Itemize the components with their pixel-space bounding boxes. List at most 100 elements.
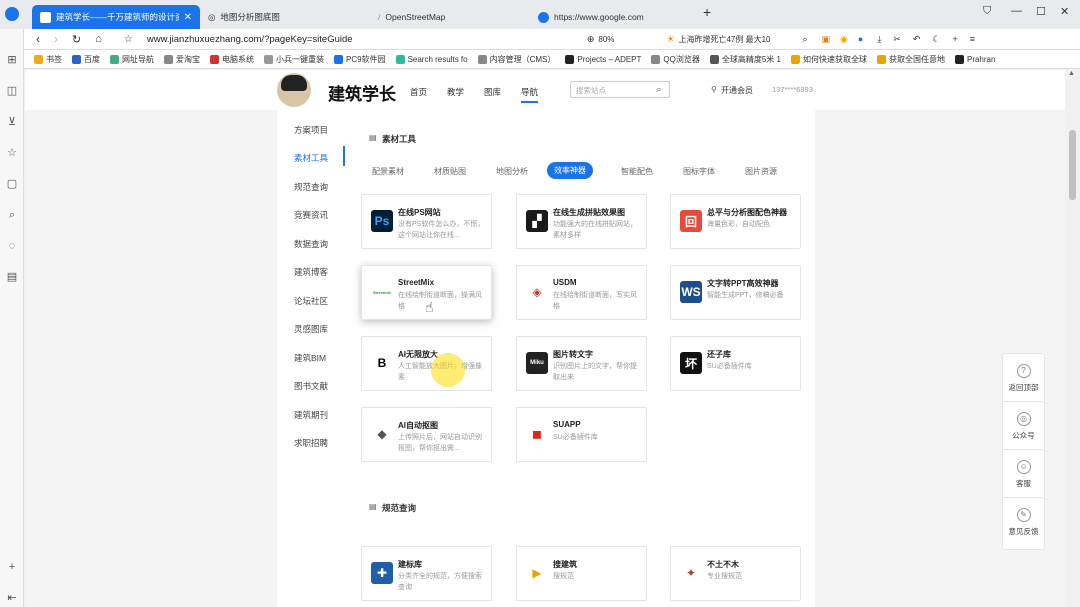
sidenav-item[interactable]: 建筑期刊 bbox=[294, 409, 328, 421]
bookmark-item[interactable]: 如何快速获取全球 bbox=[790, 54, 867, 65]
sidenav-item[interactable]: 图书文献 bbox=[294, 380, 328, 392]
tab-3[interactable]: https://www.google.com bbox=[530, 5, 695, 29]
tool-card[interactable]: ✦ 不土不木 专业搜规范 bbox=[670, 546, 801, 601]
search-icon[interactable]: ⌕ bbox=[5, 208, 19, 222]
url-field[interactable]: www.jianzhuxuezhang.com/?pageKey=siteGui… bbox=[147, 34, 587, 45]
tool-card[interactable]: ✚ 建标库 分类齐全的规范，方便搜索查询 bbox=[361, 546, 492, 601]
zoom-icon[interactable]: ⊕ bbox=[587, 34, 595, 45]
menu-icon[interactable]: ≡ bbox=[970, 34, 975, 44]
nav-gallery[interactable]: 图库 bbox=[484, 86, 501, 98]
browser-logo-icon[interactable] bbox=[5, 7, 19, 21]
bookmark-item[interactable]: Search results fo bbox=[395, 54, 468, 64]
category-tab[interactable]: 地图分析 bbox=[496, 166, 528, 177]
add-icon[interactable]: + bbox=[5, 560, 19, 574]
news-ticker[interactable]: 上海昨增死亡47例 最大10 bbox=[678, 34, 802, 45]
bookmark-item[interactable]: Prahran bbox=[954, 54, 995, 64]
bookmark-item[interactable]: 书签 bbox=[34, 54, 62, 65]
tool-card[interactable]: ▞ 在线生成拼贴效果图 功能强大的在线拼贴网站，素材多样 bbox=[516, 194, 647, 249]
game-icon[interactable]: ▣ bbox=[822, 34, 831, 45]
close-window-button[interactable]: ✕ bbox=[1060, 5, 1069, 18]
feedback-button[interactable]: ✎ 意见反馈 bbox=[1002, 497, 1045, 550]
tool-card[interactable]: ◼ SUAPP SU必备插件库 bbox=[516, 407, 647, 462]
minimize-button[interactable]: — bbox=[1011, 5, 1022, 17]
bookmark-item[interactable]: 全球高精度5米 1 bbox=[709, 54, 781, 65]
collapse-icon[interactable]: ⇤ bbox=[5, 591, 19, 605]
tool-card[interactable]: Ps 在线PS网站 没有PS软件怎么办，不慌，这个网站让你在线... bbox=[361, 194, 492, 249]
bookmark-item[interactable]: Projects – ADEPT bbox=[565, 54, 641, 64]
extension-icon[interactable]: ● bbox=[858, 34, 863, 44]
bookmark-item[interactable]: 爱淘宝 bbox=[164, 54, 200, 65]
bookmark-item[interactable]: 电脑系统 bbox=[210, 54, 254, 65]
gamepad-icon[interactable]: ◉ bbox=[840, 34, 848, 45]
tool-card[interactable]: Miku 图片转文字 识别图片上的文字，帮你提取出来 bbox=[516, 336, 647, 391]
nav-home[interactable]: 首页 bbox=[410, 86, 427, 98]
sidenav-item[interactable]: 数据查询 bbox=[294, 238, 328, 250]
tab-0[interactable]: 建筑学长——千万建筑师的设计资源 ✕ bbox=[32, 5, 200, 29]
search-icon[interactable]: ⌕ bbox=[802, 34, 807, 45]
sidenav-item[interactable]: 建筑BIM bbox=[294, 352, 326, 364]
bookmark-item[interactable]: QQ浏览器 bbox=[651, 54, 700, 65]
bookmark-item[interactable]: 小兵一键重装 bbox=[264, 54, 324, 65]
category-tab[interactable]: 材质贴图 bbox=[434, 166, 466, 177]
sidenav-item[interactable]: 灵感图库 bbox=[294, 323, 328, 335]
category-tab[interactable]: 图片资源 bbox=[745, 166, 777, 177]
tool-card[interactable]: WS 文字转PPT高效神器 智能生成PPT，修稿必备 bbox=[670, 265, 801, 320]
night-mode-icon[interactable]: ☾ bbox=[932, 34, 940, 45]
back-icon[interactable]: ‹ bbox=[36, 32, 40, 46]
scrollbar-thumb[interactable] bbox=[1069, 130, 1076, 200]
category-tab[interactable]: 配景素材 bbox=[372, 166, 404, 177]
customer-service-button[interactable]: ☺ 客服 bbox=[1002, 449, 1045, 502]
zoom-level[interactable]: 80% bbox=[598, 35, 614, 44]
bookmark-item[interactable]: 百度 bbox=[72, 54, 100, 65]
wechat-button[interactable]: ◎ 公众号 bbox=[1002, 401, 1045, 454]
sidenav-item[interactable]: 论坛社区 bbox=[294, 295, 328, 307]
sidenav-item-active[interactable]: 素材工具 bbox=[294, 152, 328, 164]
undo-icon[interactable]: ↶ bbox=[913, 34, 921, 45]
category-tab[interactable]: 图标字体 bbox=[683, 166, 715, 177]
tool-card[interactable]: ◆ AI自动抠图 上传照片后，网站自动识别抠图，帮你抠出需... bbox=[361, 407, 492, 462]
tab-1[interactable]: ◎ 地图分析图底图 bbox=[200, 5, 370, 29]
nav-teaching[interactable]: 教学 bbox=[447, 86, 464, 98]
notes-icon[interactable]: ▤ bbox=[5, 270, 19, 284]
tab-2[interactable]: / OpenStreetMap bbox=[370, 5, 530, 29]
tool-card[interactable]: 回总平与分析图配色神器 海量色彩，自动配色 bbox=[670, 194, 801, 249]
home-icon[interactable]: ⌂ bbox=[95, 33, 102, 45]
category-tab[interactable]: 智能配色 bbox=[621, 166, 653, 177]
scroll-up-icon[interactable]: ▲ bbox=[1068, 70, 1075, 77]
bookmark-item[interactable]: PC9软件园 bbox=[334, 54, 386, 65]
back-to-top-button[interactable]: ? 返回顶部 bbox=[1002, 353, 1045, 406]
vip-link[interactable]: 开通会员 bbox=[721, 85, 753, 96]
download-icon[interactable]: ⤓ bbox=[877, 34, 881, 45]
site-logo[interactable]: 建筑学长 bbox=[328, 80, 396, 105]
page-scrollbar[interactable]: ▲ bbox=[1065, 70, 1080, 607]
tool-card[interactable]: ◈ USDM 在线绘制街道断面，写实风格 bbox=[516, 265, 647, 320]
sidebar-app-icon[interactable]: ⊞ bbox=[5, 53, 19, 67]
favorites-icon[interactable]: ☆ bbox=[5, 146, 19, 160]
user-phone[interactable]: 137****6893 bbox=[772, 85, 813, 94]
star-icon[interactable]: ☆ bbox=[124, 34, 133, 45]
scissors-icon[interactable]: ✂ bbox=[893, 34, 901, 45]
bookmark-item[interactable]: 获取全国任意地 bbox=[876, 54, 945, 65]
tool-card[interactable]: ▶ 搜建筑 搜规范 bbox=[516, 546, 647, 601]
chat-icon[interactable]: ◌ bbox=[5, 239, 19, 253]
sidenav-item[interactable]: 竞赛资讯 bbox=[294, 209, 328, 221]
nav-guide[interactable]: 导航 bbox=[521, 86, 539, 103]
new-tab-button[interactable]: + bbox=[703, 4, 711, 20]
maximize-button[interactable]: ☐ bbox=[1036, 5, 1046, 18]
tool-card[interactable]: BAI无限放大人工智能放大图片，增强像素 bbox=[361, 336, 492, 391]
forward-icon[interactable]: › bbox=[54, 32, 58, 46]
tool-card[interactable]: 坏还子库 SU必备插件库 bbox=[670, 336, 801, 391]
reload-icon[interactable]: ↻ bbox=[72, 33, 81, 46]
sidenav-item[interactable]: 建筑博客 bbox=[294, 266, 328, 278]
shield-icon[interactable]: ⛉ bbox=[983, 5, 991, 18]
cart-icon[interactable]: ⊻ bbox=[5, 115, 19, 129]
bookmark-item[interactable]: 网址导航 bbox=[110, 54, 154, 65]
sidenav-item[interactable]: 方案项目 bbox=[294, 124, 328, 136]
category-tab-active[interactable]: 效率神器 bbox=[547, 162, 593, 179]
sidenav-item[interactable]: 求职招聘 bbox=[294, 437, 328, 449]
avatar-logo-icon[interactable] bbox=[277, 73, 311, 107]
add-icon[interactable]: + bbox=[953, 34, 958, 44]
close-tab-icon[interactable]: ✕ bbox=[184, 12, 192, 23]
sidebar-clock-icon[interactable]: ◫ bbox=[5, 84, 19, 98]
search-icon[interactable]: ⌕ bbox=[649, 81, 670, 98]
